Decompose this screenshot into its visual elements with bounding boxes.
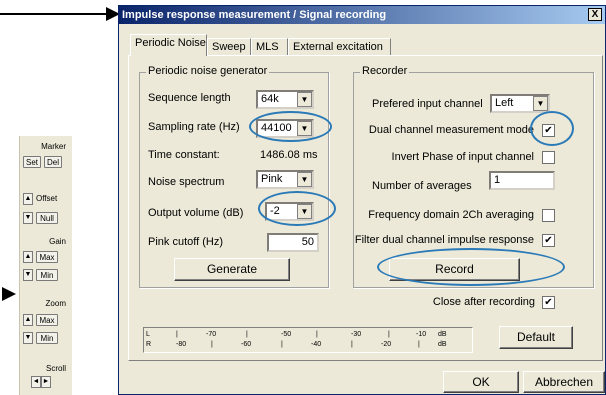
pointer-arrow-head-side	[2, 287, 16, 301]
close-after-label: Close after recording	[432, 296, 535, 308]
sampling-rate-value: 44100	[261, 122, 292, 134]
freq-averaging-checkbox[interactable]	[542, 209, 555, 222]
meter-mark: |	[176, 331, 178, 338]
meter-mark: R	[146, 341, 152, 348]
scroll-label: Scroll	[45, 364, 66, 373]
scroll-left-arrow-icon[interactable]: ◄	[31, 376, 41, 388]
gain-up-arrow-icon[interactable]: ▲	[23, 251, 33, 263]
meter-mark: |	[316, 331, 318, 338]
check-icon: ✔	[544, 235, 553, 246]
chevron-down-icon[interactable]: ▼	[297, 92, 312, 107]
dialog-titlebar[interactable]: Impulse response measurement / Signal re…	[119, 6, 605, 24]
meter-mark: -10	[416, 331, 427, 338]
dual-channel-checkbox[interactable]: ✔	[542, 124, 555, 137]
pointer-arrow-line-top	[0, 13, 110, 15]
marker-label: Marker	[41, 142, 66, 151]
meter-mark: -40	[311, 341, 322, 348]
offset-down-arrow-icon[interactable]: ▼	[23, 212, 33, 224]
input-channel-value: Left	[495, 97, 514, 109]
noise-spectrum-value: Pink	[261, 173, 283, 185]
chevron-down-icon[interactable]: ▼	[297, 204, 312, 219]
meter-mark: -70	[206, 331, 217, 338]
zoom-label: Zoom	[45, 299, 66, 308]
chevron-down-icon[interactable]: ▼	[297, 121, 312, 136]
meter-mark: |	[281, 341, 283, 348]
check-icon: ✔	[544, 297, 553, 308]
sampling-rate-select[interactable]: 44100 ▼	[256, 119, 314, 138]
invert-phase-label: Invert Phase of input channel	[391, 151, 534, 163]
cancel-button[interactable]: Abbrechen	[523, 371, 605, 393]
measurement-dialog: Impulse response measurement / Signal re…	[118, 5, 606, 395]
filter-checkbox[interactable]: ✔	[542, 234, 555, 247]
check-icon: ✔	[544, 125, 553, 136]
dual-channel-label: Dual channel measurement mode	[368, 124, 534, 136]
offset-up-arrow-icon[interactable]: ▲	[23, 193, 33, 205]
zoom-up-arrow-icon[interactable]: ▲	[23, 314, 33, 326]
sampling-rate-label: Sampling rate (Hz)	[148, 121, 240, 133]
pink-cutoff-label: Pink cutoff (Hz)	[148, 236, 223, 248]
meter-mark: |	[418, 341, 420, 348]
output-volume-select[interactable]: -2 ▼	[265, 202, 314, 221]
meter-mark: -80	[176, 341, 187, 348]
tab-periodic-noise[interactable]: Periodic Noise	[130, 34, 207, 56]
zoom-down-arrow-icon[interactable]: ▼	[23, 332, 33, 344]
output-volume-label: Output volume (dB)	[148, 207, 244, 219]
pink-cutoff-input[interactable]: 50	[267, 233, 319, 252]
noise-spectrum-label: Noise spectrum	[148, 176, 225, 188]
output-volume-value: -2	[270, 205, 280, 217]
recorder-group-title: Recorder	[360, 65, 410, 77]
averages-label: Number of averages	[372, 180, 472, 192]
side-control-panel: Marker Set Del ▲ Offset ▼ Null Gain ▲ Ma…	[19, 136, 72, 395]
default-button[interactable]: Default	[499, 326, 573, 349]
meter-mark: -50	[281, 331, 292, 338]
meter-mark: L	[146, 331, 150, 338]
marker-set-button[interactable]: Set	[23, 156, 41, 168]
generator-group-title: Periodic noise generator	[146, 65, 270, 77]
meter-mark: -60	[241, 341, 252, 348]
meter-mark: dB	[438, 331, 447, 338]
averages-input[interactable]: 1	[489, 171, 555, 190]
chevron-down-icon[interactable]: ▼	[297, 172, 312, 187]
meter-mark: |	[351, 341, 353, 348]
meter-mark: -30	[351, 331, 362, 338]
noise-spectrum-select[interactable]: Pink ▼	[256, 170, 314, 189]
level-meter: L | -70 | -50 | -30 | -10 dB R -80 | -60…	[143, 327, 473, 353]
meter-mark: -20	[381, 341, 392, 348]
meter-mark: |	[388, 331, 390, 338]
sequence-length-value: 64k	[261, 93, 279, 105]
input-channel-select[interactable]: Left ▼	[490, 94, 550, 113]
meter-mark: dB	[438, 341, 447, 348]
meter-mark: |	[246, 331, 248, 338]
gain-label: Gain	[49, 237, 66, 246]
record-button[interactable]: Record	[389, 258, 520, 281]
gain-max-button[interactable]: Max	[36, 251, 58, 263]
dialog-title: Impulse response measurement / Signal re…	[122, 9, 387, 21]
meter-mark: |	[211, 341, 213, 348]
gain-min-button[interactable]: Min	[36, 269, 58, 281]
tab-sweep[interactable]: Sweep	[207, 38, 251, 56]
sequence-length-label: Sequence length	[148, 92, 231, 104]
close-icon[interactable]: X	[588, 8, 602, 21]
gain-down-arrow-icon[interactable]: ▼	[23, 269, 33, 281]
generate-button[interactable]: Generate	[174, 258, 290, 281]
scroll-right-arrow-icon[interactable]: ►	[41, 376, 51, 388]
close-after-checkbox[interactable]: ✔	[542, 296, 555, 309]
offset-null-button[interactable]: Null	[36, 212, 58, 224]
tab-mls[interactable]: MLS	[251, 38, 288, 56]
zoom-min-button[interactable]: Min	[36, 332, 58, 344]
ok-button[interactable]: OK	[443, 371, 519, 393]
filter-label: Filter dual channel impulse response	[354, 234, 534, 246]
time-constant-label: Time constant:	[148, 149, 220, 161]
zoom-max-button[interactable]: Max	[36, 314, 58, 326]
time-constant-value: 1486.08 ms	[260, 149, 318, 161]
chevron-down-icon[interactable]: ▼	[533, 96, 548, 111]
offset-label: Offset	[36, 194, 58, 203]
freq-averaging-label: Frequency domain 2Ch averaging	[368, 209, 534, 221]
tab-external-excitation[interactable]: External excitation	[288, 38, 391, 56]
invert-phase-checkbox[interactable]	[542, 151, 555, 164]
input-channel-label: Prefered input channel	[372, 98, 483, 110]
sequence-length-select[interactable]: 64k ▼	[256, 90, 314, 109]
marker-del-button[interactable]: Del	[44, 156, 62, 168]
